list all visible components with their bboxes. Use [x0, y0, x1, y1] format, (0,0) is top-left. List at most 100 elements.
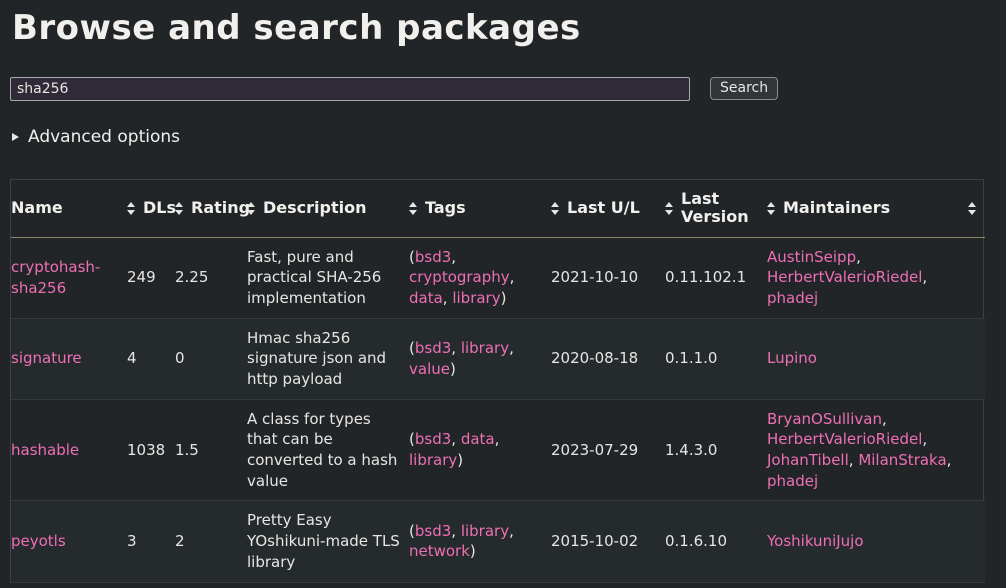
tag-link[interactable]: bsd3	[415, 430, 451, 448]
maintainer-link[interactable]: HerbertValerioRiedel	[767, 430, 922, 448]
list-separator: ,	[451, 247, 457, 266]
advanced-options-summary[interactable]: Advanced options	[12, 127, 180, 147]
list-separator: ,	[946, 451, 952, 470]
list-separator: ,	[442, 288, 453, 307]
tag-link[interactable]: data	[409, 289, 443, 307]
column-header-last-ul[interactable]: Last U/L	[551, 179, 665, 238]
cell-name: signature	[11, 318, 127, 400]
cell-tags: (bsd3, library, network)	[409, 500, 551, 583]
list-separator: ,	[856, 247, 861, 266]
cell-rating: 2	[175, 500, 247, 583]
list-separator: ,	[922, 430, 928, 449]
column-label-name: Name	[11, 197, 63, 217]
package-link[interactable]: hashable	[11, 441, 79, 459]
cell-dls: 3	[127, 500, 175, 583]
cell-tags: (bsd3, cryptography, data, library)	[409, 237, 551, 319]
cell-tags: (bsd3, data, library)	[409, 399, 551, 502]
tag-link[interactable]: library	[452, 289, 500, 307]
maintainer-link[interactable]: JohanTibell	[767, 451, 849, 469]
sort-updown-icon[interactable]	[175, 201, 184, 216]
column-label-last-version: Last Version	[681, 188, 749, 227]
column-header-maintainers[interactable]: Maintainers	[767, 179, 985, 238]
list-separator: ,	[922, 268, 928, 287]
column-header-name[interactable]: Name	[11, 179, 127, 238]
tag-link[interactable]: library	[461, 339, 509, 357]
list-separator: ,	[848, 451, 859, 470]
list-separator: ,	[451, 338, 461, 357]
package-link[interactable]: cryptohash-sha256	[11, 258, 100, 297]
column-label-rating: Rating	[191, 197, 251, 217]
table-row: hashable 1038 1.5 A class for types that ca…	[11, 399, 985, 502]
paren-close: )	[449, 359, 456, 378]
cell-last-version: 0.1.1.0	[665, 318, 767, 400]
package-link[interactable]: signature	[11, 349, 82, 367]
column-label-last-ul: Last U/L	[567, 197, 640, 217]
packages-table: Name DLs Rating Description Tags Last U/…	[11, 179, 985, 583]
maintainer-link[interactable]: BryanOSullivan	[767, 410, 882, 428]
sort-updown-icon[interactable]	[127, 201, 136, 216]
package-link[interactable]: peyotls	[11, 532, 66, 550]
list-separator: ,	[509, 268, 515, 287]
sort-updown-icon[interactable]	[247, 201, 256, 216]
advanced-options-disclosure[interactable]: Advanced options	[12, 127, 996, 147]
paren-close: )	[469, 542, 476, 561]
list-separator: ,	[509, 521, 514, 540]
search-row: Search	[10, 76, 996, 101]
table-row: signature 4 0 Hmac sha256 signature json an…	[11, 318, 985, 400]
packages-table-container: Name DLs Rating Description Tags Last U/…	[10, 178, 985, 583]
maintainer-link[interactable]: YoshikuniJujo	[767, 532, 864, 550]
list-separator: ,	[509, 338, 514, 357]
column-header-description[interactable]: Description	[247, 179, 409, 238]
maintainer-link[interactable]: phadej	[767, 289, 818, 307]
advanced-options-label: Advanced options	[28, 126, 180, 147]
cell-dls: 249	[127, 237, 175, 319]
tag-link[interactable]: data	[461, 430, 495, 448]
cell-last-version: 0.1.6.10	[665, 500, 767, 583]
sort-updown-icon[interactable]	[767, 201, 776, 216]
sort-updown-icon[interactable]	[409, 201, 418, 216]
column-label-tags: Tags	[425, 197, 466, 217]
cell-last-version: 1.4.3.0	[665, 399, 767, 502]
tag-link[interactable]: network	[409, 542, 470, 560]
sort-updown-icon[interactable]	[968, 201, 977, 216]
maintainer-link[interactable]: MilanStraka	[858, 451, 946, 469]
cell-name: peyotls	[11, 500, 127, 583]
tag-link[interactable]: value	[409, 360, 450, 378]
cell-description: Fast, pure and practical SHA-256 impleme…	[247, 237, 409, 319]
tag-link[interactable]: bsd3	[415, 522, 451, 540]
column-label-description: Description	[263, 197, 367, 217]
cell-maintainers: AustinSeipp, HerbertValerioRiedel, phade…	[767, 237, 985, 319]
maintainer-link[interactable]: AustinSeipp	[767, 248, 856, 266]
sort-updown-icon[interactable]	[551, 201, 560, 216]
list-separator: ,	[451, 521, 461, 540]
column-label-maintainers: Maintainers	[783, 197, 891, 217]
tag-link[interactable]: library	[461, 522, 509, 540]
packages-table-body: cryptohash-sha256 249 2.25 Fast, pure and p…	[11, 237, 985, 583]
cell-maintainers: Lupino	[767, 318, 985, 400]
tag-link[interactable]: bsd3	[415, 248, 451, 266]
cell-maintainers: BryanOSullivan, HerbertValerioRiedel, Jo…	[767, 399, 985, 502]
sort-updown-icon[interactable]	[665, 201, 674, 216]
tag-link[interactable]: cryptography	[409, 268, 510, 286]
column-header-last-version[interactable]: Last Version	[665, 179, 767, 238]
maintainer-link[interactable]: phadej	[767, 472, 818, 490]
column-header-tags[interactable]: Tags	[409, 179, 551, 238]
table-row: cryptohash-sha256 249 2.25 Fast, pure and p…	[11, 237, 985, 319]
column-header-dls[interactable]: DLs	[127, 179, 176, 238]
search-input[interactable]	[10, 76, 690, 101]
column-label-dls: DLs	[143, 197, 176, 217]
cell-last-ul: 2015-10-02	[551, 500, 665, 583]
packages-table-head: Name DLs Rating Description Tags Last U/…	[11, 179, 985, 238]
cell-rating: 1.5	[175, 399, 247, 502]
page-title: Browse and search packages	[12, 8, 581, 48]
paren-close: )	[500, 288, 507, 307]
maintainer-link[interactable]: Lupino	[767, 349, 817, 367]
search-button[interactable]: Search	[710, 77, 779, 101]
tag-link[interactable]: bsd3	[415, 339, 451, 357]
cell-name: cryptohash-sha256	[11, 237, 127, 319]
list-separator: ,	[451, 430, 461, 449]
column-header-rating[interactable]: Rating	[175, 179, 251, 238]
tag-link[interactable]: library	[409, 451, 457, 469]
maintainer-link[interactable]: HerbertValerioRiedel	[767, 268, 922, 286]
cell-last-version: 0.11.102.1	[665, 237, 767, 319]
